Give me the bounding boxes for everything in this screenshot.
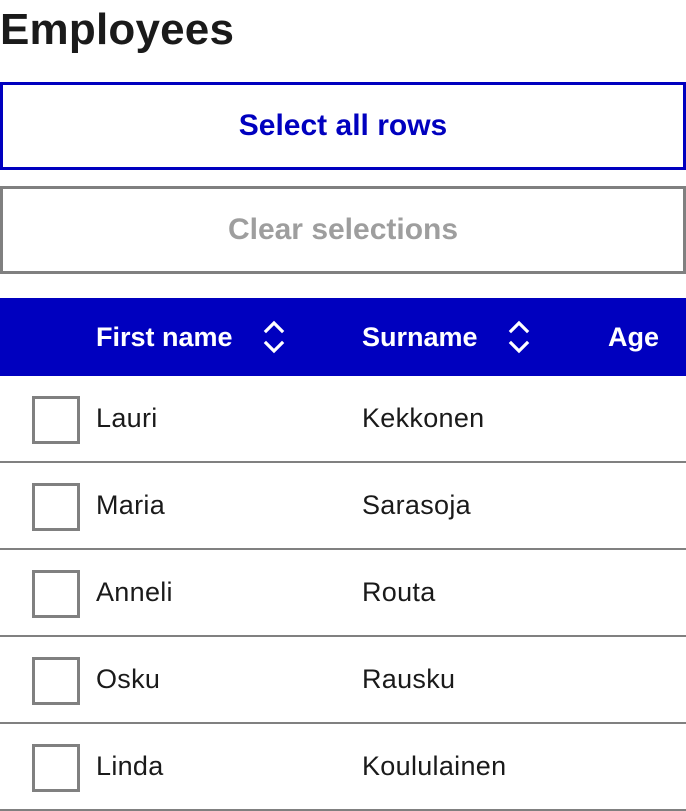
- select-all-rows-button[interactable]: Select all rows: [0, 82, 686, 170]
- column-header-age: Age: [608, 321, 660, 352]
- cell-first-name: Anneli: [96, 577, 173, 607]
- cell-surname: Koululainen: [362, 751, 507, 781]
- cell-surname: Kekkonen: [362, 403, 485, 433]
- cell-first-name: Linda: [96, 751, 164, 781]
- cell-surname: Routa: [362, 577, 436, 607]
- table-row: Maria Sarasoja: [0, 463, 686, 550]
- row-checkbox[interactable]: [32, 483, 80, 531]
- row-checkbox[interactable]: [32, 744, 80, 792]
- cell-first-name: Maria: [96, 490, 166, 520]
- row-checkbox[interactable]: [32, 570, 80, 618]
- cell-surname: Sarasoja: [362, 490, 471, 520]
- table-row: Osku Rausku: [0, 637, 686, 724]
- table-row: Anneli Routa: [0, 550, 686, 637]
- cell-first-name: Osku: [96, 664, 161, 694]
- sort-icon[interactable]: [507, 318, 531, 356]
- row-checkbox[interactable]: [32, 657, 80, 705]
- row-checkbox[interactable]: [32, 396, 80, 444]
- table-row: Linda Koululainen: [0, 724, 686, 811]
- clear-selections-button[interactable]: Clear selections: [0, 186, 686, 274]
- table-header: First name Surname Age: [0, 298, 686, 376]
- column-header-surname[interactable]: Surname: [362, 298, 478, 376]
- column-header-first-name[interactable]: First name: [96, 298, 233, 376]
- cell-first-name: Lauri: [96, 403, 158, 433]
- table-row: Lauri Kekkonen: [0, 376, 686, 463]
- cell-surname: Rausku: [362, 664, 456, 694]
- employees-table: First name Surname Age Lauri Kekkonen Ma…: [0, 298, 686, 811]
- sort-icon[interactable]: [262, 318, 286, 356]
- page-title: Employees: [0, 5, 235, 54]
